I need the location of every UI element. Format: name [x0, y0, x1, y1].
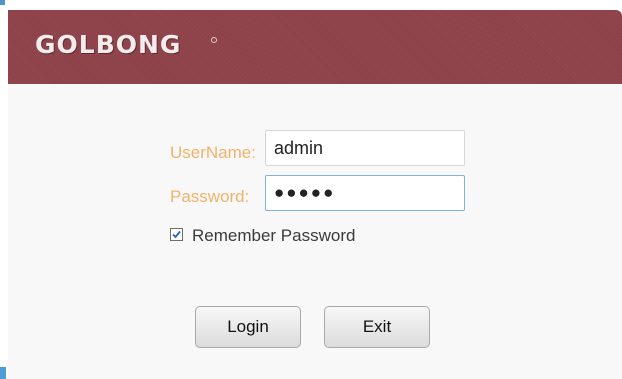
username-label: UserName: — [170, 143, 256, 162]
trademark-mark — [211, 37, 217, 43]
brand-logo: GOLBONG — [35, 30, 182, 59]
remember-password-label[interactable]: Remember Password — [192, 226, 355, 246]
login-window: GOLBONG UserName: Password: Remember Pas… — [0, 0, 622, 379]
password-label: Password: — [170, 187, 250, 206]
brand-header: GOLBONG — [8, 10, 622, 84]
checkmark-icon — [172, 230, 181, 239]
window-corner-bottom — [0, 367, 6, 379]
password-input[interactable] — [265, 175, 465, 211]
remember-password-checkbox[interactable] — [170, 228, 183, 241]
window-corner — [0, 0, 5, 5]
login-button[interactable]: Login — [195, 306, 301, 348]
exit-button[interactable]: Exit — [324, 306, 430, 348]
username-input[interactable] — [265, 130, 465, 166]
